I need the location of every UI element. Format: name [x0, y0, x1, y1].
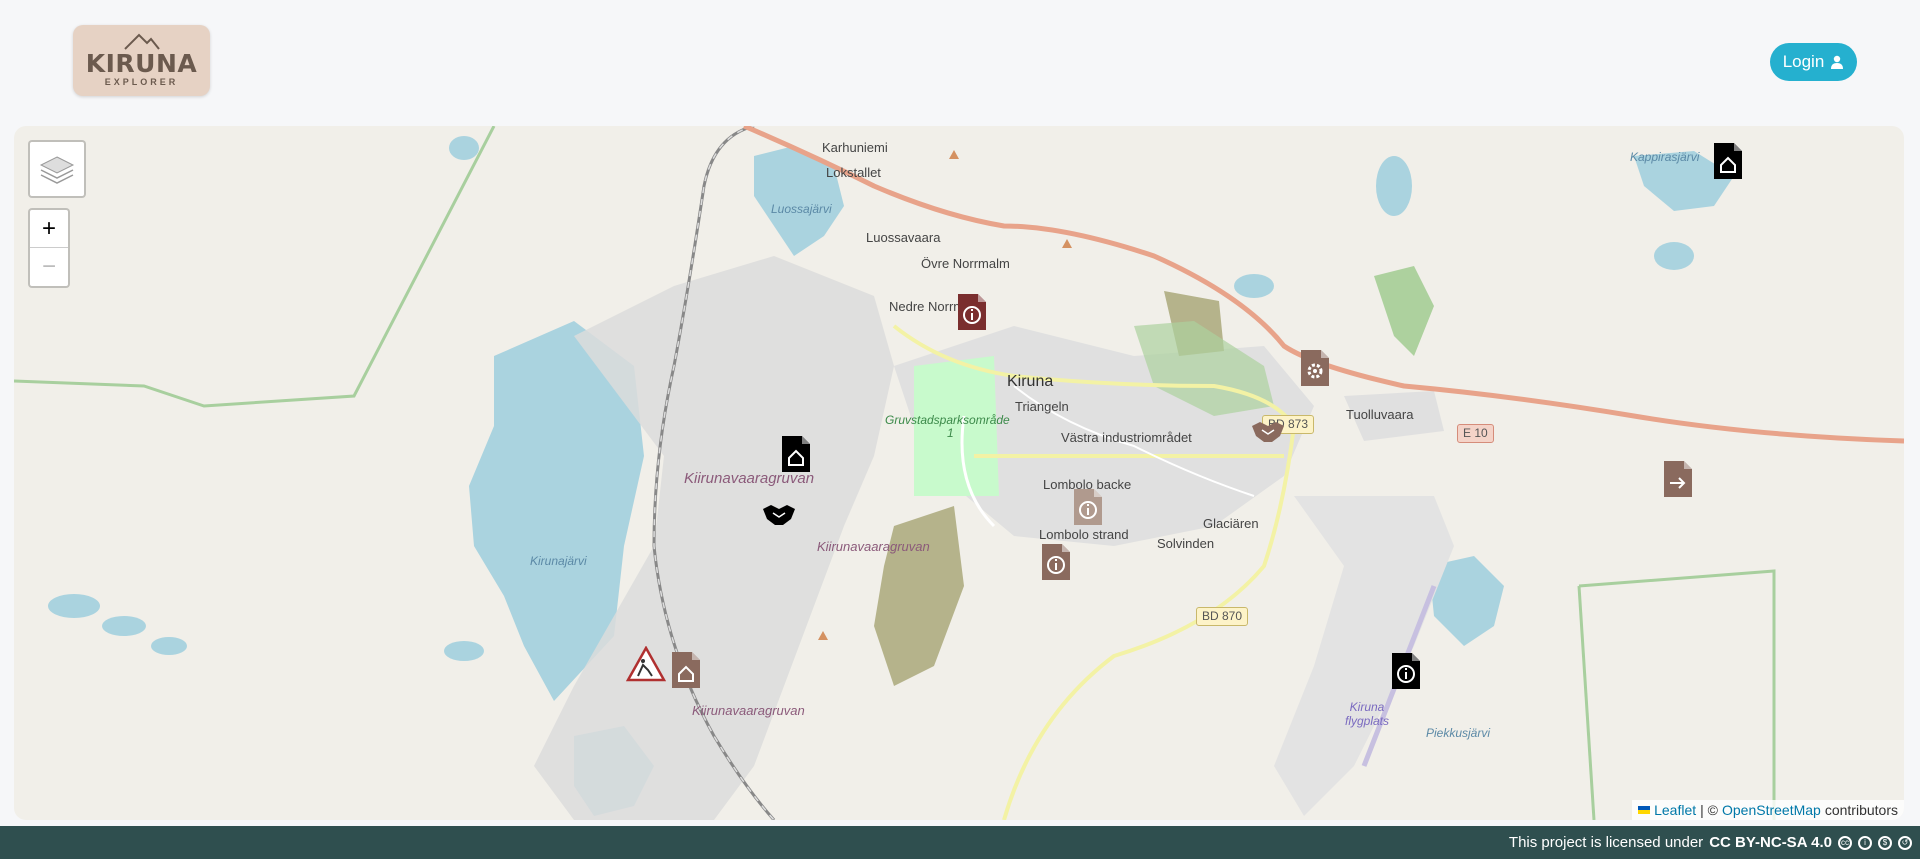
license-link[interactable]: CC BY-NC-SA 4.0: [1709, 834, 1832, 851]
kiruna-explorer-logo[interactable]: KIRUNA EXPLORER: [73, 25, 210, 96]
place-label: Solvinden: [1157, 536, 1215, 551]
construction-marker[interactable]: [625, 645, 667, 682]
layers-control[interactable]: [28, 140, 86, 198]
place-label: Glaciären: [1203, 516, 1259, 531]
informative-document-marker[interactable]: [1042, 544, 1070, 580]
leaflet-link[interactable]: Leaflet: [1654, 800, 1696, 820]
architectural-plan-marker[interactable]: [672, 652, 700, 688]
place-label: Lokstallet: [826, 165, 881, 180]
gear-document-icon: [1301, 350, 1329, 386]
app-header: KIRUNA EXPLORER Login: [0, 0, 1920, 126]
park-label: Gruvstadsparksområde: [885, 413, 1010, 427]
user-icon: [1831, 55, 1844, 69]
nc-icon: $: [1878, 835, 1892, 850]
license-prefix: This project is licensed under: [1508, 834, 1704, 851]
logo-title: KIRUNA: [85, 49, 198, 78]
place-label: Övre Norrmalm: [921, 256, 1010, 271]
handshake-icon: [763, 505, 795, 525]
prescriptive-document-marker[interactable]: [1664, 461, 1692, 497]
house-document-icon: [1714, 143, 1742, 179]
place-label: Karhuniemi: [822, 140, 888, 155]
road-shield: E 10: [1457, 424, 1494, 443]
zoom-in-button[interactable]: +: [30, 210, 68, 247]
informative-document-marker[interactable]: [958, 294, 986, 330]
map-view[interactable]: Karhuniemi Lokstallet Luossajärvi Luossa…: [14, 126, 1904, 820]
house-document-icon: [782, 436, 810, 472]
by-icon: i: [1858, 835, 1872, 850]
water-label: Kappirasjärvi: [1630, 150, 1700, 164]
place-label: Tuolluvaara: [1346, 407, 1414, 422]
zoom-out-button[interactable]: −: [30, 247, 68, 285]
water-label: Piekkusjärvi: [1426, 726, 1491, 740]
place-label: Luossavaara: [866, 230, 941, 245]
construction-warning-icon: [625, 645, 667, 682]
logo-subtitle: EXPLORER: [104, 77, 179, 87]
info-document-icon: [1074, 489, 1102, 525]
informative-document-marker[interactable]: [1392, 653, 1420, 689]
mine-label: Kiirunavaaragruvan: [692, 703, 805, 718]
info-document-icon: [1392, 653, 1420, 689]
road-shield: BD 870: [1196, 607, 1249, 626]
cc-icon: cc: [1838, 835, 1852, 850]
map-tiles: [14, 126, 1904, 820]
sa-icon: ↺: [1898, 835, 1912, 850]
login-button[interactable]: Login: [1770, 43, 1857, 81]
mine-label: Kiirunavaaragruvan: [684, 470, 815, 487]
place-label: Lombolo strand: [1039, 527, 1129, 542]
attribution-separator: | ©: [1700, 802, 1718, 818]
map-attribution: Leaflet | © OpenStreetMap contributors: [1632, 800, 1904, 820]
park-label: 1: [947, 426, 954, 440]
water-label: Kirunajärvi: [530, 554, 587, 568]
login-label: Login: [1782, 52, 1825, 71]
place-label: Triangeln: [1015, 399, 1069, 414]
info-document-icon: [958, 294, 986, 330]
layers-icon: [39, 156, 75, 184]
airport-label: Kiruna flygplats: [1344, 700, 1390, 728]
agreement-marker[interactable]: [1250, 418, 1286, 446]
place-label: Västra industriområdet: [1061, 430, 1192, 445]
info-document-icon: [1042, 544, 1070, 580]
informative-document-marker[interactable]: [1074, 489, 1102, 525]
handshake-icon: [1252, 422, 1284, 442]
license-footer: This project is licensed under CC BY-NC-…: [0, 826, 1920, 859]
house-document-icon: [672, 652, 700, 688]
architectural-plan-marker[interactable]: [1714, 143, 1742, 179]
mine-label: Kiirunavaaragruvan: [817, 539, 930, 554]
arrow-document-icon: [1664, 461, 1692, 497]
water-label: Luossajärvi: [771, 202, 832, 216]
technical-document-marker[interactable]: [1301, 350, 1329, 386]
zoom-control: + −: [28, 208, 70, 288]
attribution-contributors: contributors: [1824, 802, 1898, 818]
osm-link[interactable]: OpenStreetMap: [1722, 800, 1821, 820]
ukraine-flag-icon: [1638, 806, 1651, 814]
city-label: Kiruna: [1007, 373, 1054, 390]
agreement-marker[interactable]: [761, 501, 797, 529]
architectural-plan-marker[interactable]: [782, 436, 810, 472]
